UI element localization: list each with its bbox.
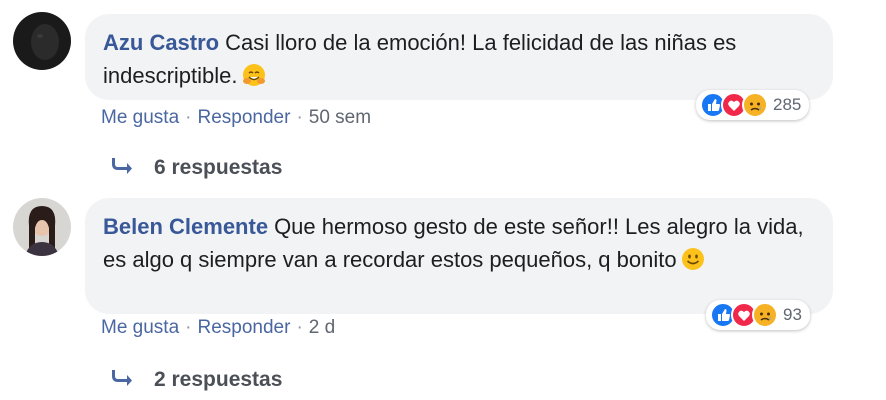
view-replies[interactable]: 2 respuestas: [112, 367, 282, 393]
smiling-face-emoji-icon: [681, 247, 705, 280]
avatar[interactable]: [13, 12, 71, 70]
like-link[interactable]: Me gusta: [101, 317, 179, 338]
reply-arrow-icon: [112, 155, 134, 181]
sad-reaction-icon: [752, 302, 778, 328]
reply-link[interactable]: Responder: [197, 317, 290, 338]
replies-count-label[interactable]: 2 respuestas: [154, 368, 282, 392]
reaction-summary[interactable]: 285: [696, 90, 810, 120]
comment-author[interactable]: Azu Castro: [103, 30, 219, 55]
replies-count-label[interactable]: 6 respuestas: [154, 156, 282, 180]
reply-arrow-icon: [112, 367, 134, 393]
separator-dot: ·: [296, 107, 303, 128]
like-link[interactable]: Me gusta: [101, 107, 179, 128]
comment-actions: Me gusta · Responder · 50 sem: [101, 107, 371, 129]
view-replies[interactable]: 6 respuestas: [112, 155, 282, 181]
separator-dot: ·: [296, 317, 303, 338]
hugging-face-emoji-icon: [242, 63, 266, 96]
comment-author[interactable]: Belen Clemente: [103, 214, 268, 239]
comment-bubble: Belen Clemente Que hermoso gesto de este …: [85, 198, 833, 314]
avatar-image: [13, 12, 71, 70]
separator-dot: ·: [185, 317, 192, 338]
reply-link[interactable]: Responder: [197, 107, 290, 128]
reaction-summary[interactable]: 93: [706, 300, 810, 330]
separator-dot: ·: [185, 107, 192, 128]
reaction-count: 93: [783, 305, 802, 324]
avatar[interactable]: [13, 198, 71, 256]
comment-bubble: Azu Castro Casi lloro de la emoción! La f…: [85, 14, 833, 100]
reaction-count: 285: [773, 95, 802, 114]
comment-actions: Me gusta · Responder · 2 d: [101, 317, 335, 339]
comment-timestamp[interactable]: 2 d: [309, 317, 335, 338]
sad-reaction-icon: [742, 92, 768, 118]
comment-timestamp[interactable]: 50 sem: [309, 107, 371, 128]
avatar-image: [13, 198, 71, 256]
